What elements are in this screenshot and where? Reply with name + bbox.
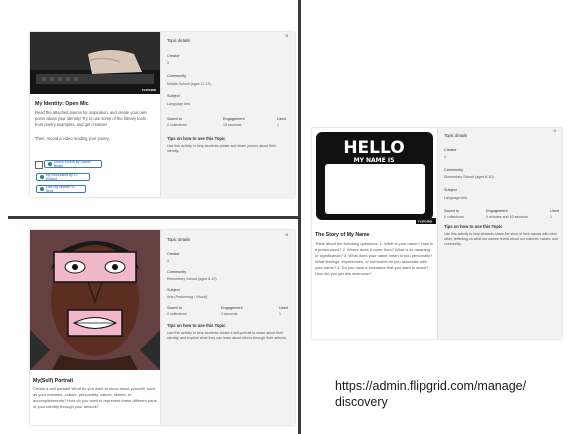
self-portrait-image — [30, 230, 160, 370]
creator-value: X — [167, 259, 170, 263]
resource-button-mother-sing[interactable]: Like My Mother to Sing — [36, 185, 86, 193]
community-label: Community — [444, 168, 464, 172]
link-icon — [48, 162, 52, 166]
community-label: Community — [167, 270, 187, 274]
hello-panel: HELLO MY NAME IS FLIPGRID The Story of M… — [312, 128, 562, 339]
close-icon[interactable]: × — [285, 233, 289, 239]
used-value: 1 — [550, 215, 552, 219]
my-name-is-text: MY NAME IS — [354, 157, 395, 164]
saved-value: 0 collections — [167, 123, 187, 127]
used-value: 1 — [277, 123, 279, 127]
resource-button-my-mountains[interactable]: My Mountains by G. Wildrot — [36, 173, 90, 181]
engagement-value: 0 seconds — [221, 312, 238, 316]
saved-value: 0 collections — [167, 312, 187, 316]
community-value: Elementary School (ages 6-10) — [444, 175, 494, 179]
tips-text: Use this activity to help students share… — [444, 232, 559, 246]
source-url-caption: https://admin.flipgrid.com/manage/ disco… — [335, 379, 527, 409]
used-value: 1 — [279, 312, 281, 316]
subject-label: Subject — [444, 188, 457, 192]
vertical-divider — [298, 0, 301, 434]
creator-value: X — [444, 155, 447, 159]
tips-text: Use this activity to help students creat… — [167, 144, 277, 154]
engagement-value: 10 seconds — [223, 123, 242, 127]
tips-heading: Tips on how to use this Topic — [167, 136, 226, 141]
tips-heading: Tips on how to use this Topic — [444, 224, 503, 229]
creator-value: X — [167, 61, 170, 65]
used-label: Used — [277, 117, 286, 121]
topic-description: Read the attached poems for inspiration,… — [35, 110, 147, 128]
subject-value: Language Arts — [167, 102, 191, 106]
topic-details-sidebar: Topic details × Creator X Community Elem… — [437, 128, 562, 339]
subject-label: Subject — [167, 94, 180, 98]
typewriter-image: FLIPGRID — [30, 32, 160, 94]
hello-name-tag-image: HELLO MY NAME IS FLIPGRID — [312, 128, 437, 228]
topic-details-sidebar: Topic details × Creator X Community Midd… — [160, 32, 295, 197]
resource-button-knock-knock[interactable]: Knock Knock by Daniel Beaty — [44, 160, 102, 168]
topic-description-2: Then, record a video reading your poetry… — [35, 136, 110, 141]
topic-title: The Story of My Name — [315, 232, 370, 238]
engagement-value: 9 minutes and 10 seconds — [486, 215, 528, 219]
close-icon[interactable]: × — [553, 129, 557, 135]
used-label: Used — [550, 209, 559, 213]
used-label: Used — [279, 306, 288, 310]
engagement-label: Engagement — [221, 306, 243, 310]
hello-text: HELLO — [343, 138, 404, 158]
open-mic-panel: FLIPGRID My Identity: Open Mic Read the … — [30, 32, 295, 197]
horizontal-divider — [8, 216, 298, 219]
flipgrid-badge: FLIPGRID — [142, 88, 157, 92]
community-label: Community — [167, 74, 187, 78]
playlist-icon[interactable] — [35, 161, 43, 169]
saved-label: Saved to — [167, 306, 182, 310]
flipgrid-badge: FLIPGRID — [418, 220, 433, 224]
link-icon — [40, 187, 44, 191]
community-value: Middle School (ages 11-13) — [167, 82, 211, 86]
creator-label: Creator — [444, 148, 457, 152]
saved-value: 0 collections — [444, 215, 464, 219]
link-icon — [40, 175, 44, 179]
subject-value: Arts (Performing / Visual) — [167, 295, 208, 299]
close-icon[interactable]: × — [285, 34, 289, 40]
community-value: Elementary School (ages 6-10) — [167, 277, 217, 281]
engagement-label: Engagement — [486, 209, 508, 213]
tips-heading: Tips on how to use this Topic — [167, 323, 226, 328]
details-heading: Topic details — [167, 237, 191, 242]
topic-content: My(Self) Portrait Create a self portrait… — [30, 230, 160, 425]
saved-label: Saved to — [444, 209, 459, 213]
topic-content: HELLO MY NAME IS FLIPGRID The Story of M… — [312, 128, 437, 339]
topic-title: My Identity: Open Mic — [35, 101, 89, 107]
topic-description: Think about the following questions: 1. … — [315, 241, 433, 277]
tips-text: Use this activity to help students creat… — [167, 331, 287, 341]
topic-description: Create a self portrait! What do you want… — [33, 386, 157, 410]
topic-details-sidebar: Topic details × Creator X Community Elem… — [160, 230, 295, 425]
saved-label: Saved to — [167, 117, 182, 121]
subject-label: Subject — [167, 288, 180, 292]
creator-label: Creator — [167, 54, 180, 58]
subject-value: Language Arts — [444, 196, 468, 200]
engagement-label: Engagement — [223, 117, 245, 121]
details-heading: Topic details — [444, 133, 468, 138]
portrait-panel: My(Self) Portrait Create a self portrait… — [30, 230, 295, 425]
details-heading: Topic details — [167, 38, 191, 43]
creator-label: Creator — [167, 252, 180, 256]
topic-content: FLIPGRID My Identity: Open Mic Read the … — [30, 32, 160, 197]
topic-title: My(Self) Portrait — [33, 378, 74, 384]
